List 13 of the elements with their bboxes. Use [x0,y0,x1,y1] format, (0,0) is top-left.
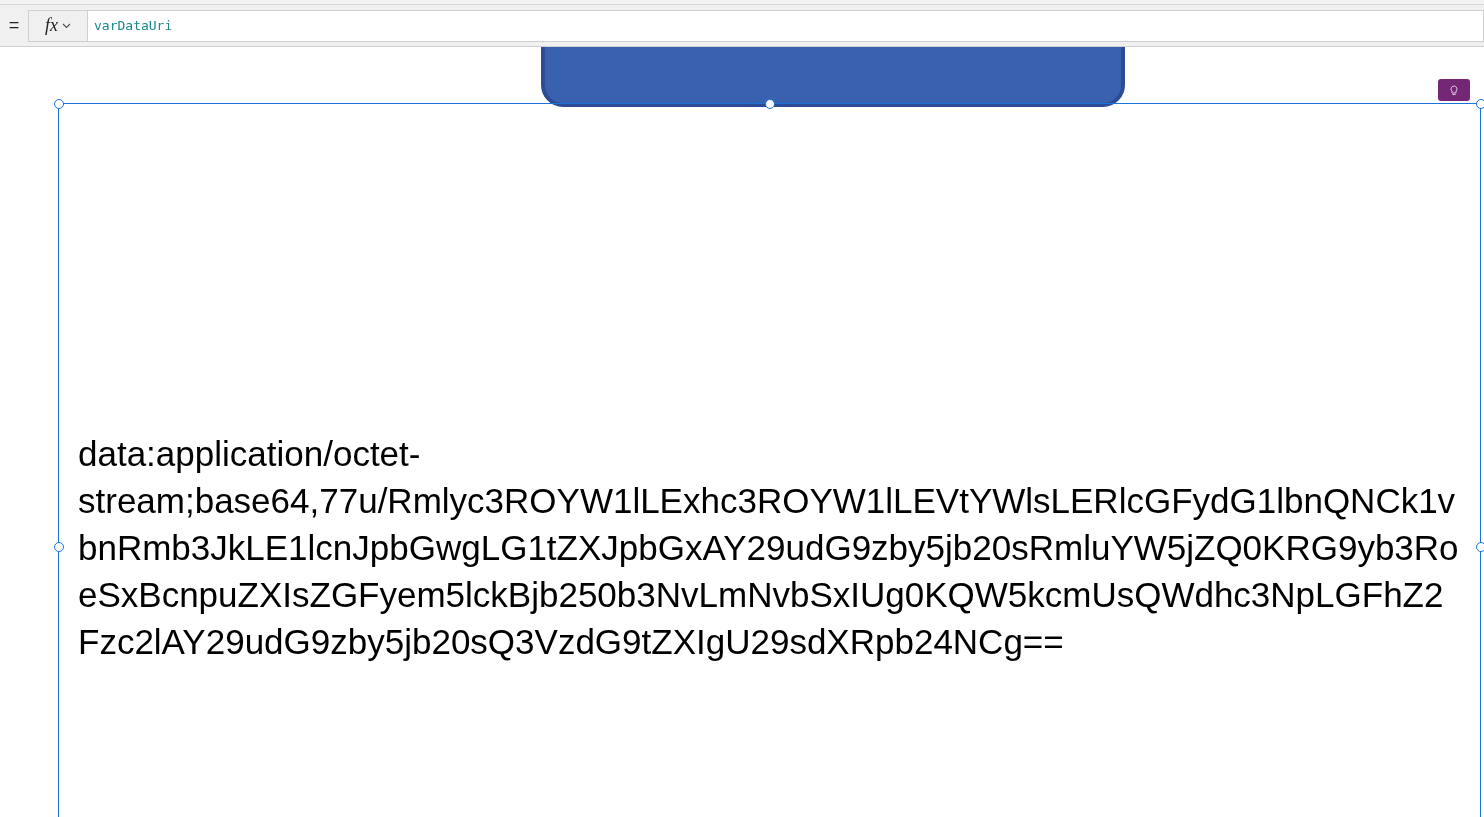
resize-handle[interactable] [765,99,775,109]
resize-handle[interactable] [1476,99,1484,109]
chevron-down-icon [62,22,71,29]
resize-handle[interactable] [1476,542,1484,552]
ideas-button[interactable] [1438,79,1470,101]
formula-field[interactable]: varDataUri [88,9,1484,42]
equals-sign: = [7,14,21,37]
data-uri-text: data:application/octet-stream;base64,77u/Rmlyc3ROYW1lLExhc3ROYW1lLEVtYWlsLERlcGFydG1lbnQNCk1vbnRmb3JkLE1lcnJpbGwgLG1tZXJpbGxAY29udG9zby5jb20sRmluYW5jZQ0KRG9yb3RoeSxBcnpuZXIsZGFyem5lckBjb250b3NvLmNvbSxIUg0KQW5kcmUsQWdhc3NpLGFhZ2Fzc2lAY29udG9zby5jb20sQ3VzdG9tZXIgU29sdXRpb24NCg== [78,432,1460,663]
function-button[interactable]: fx [28,9,88,42]
resize-handle[interactable] [54,542,64,552]
resize-handle[interactable] [54,99,64,109]
lightbulb-icon [1450,84,1458,96]
text-label[interactable] [58,103,1481,817]
